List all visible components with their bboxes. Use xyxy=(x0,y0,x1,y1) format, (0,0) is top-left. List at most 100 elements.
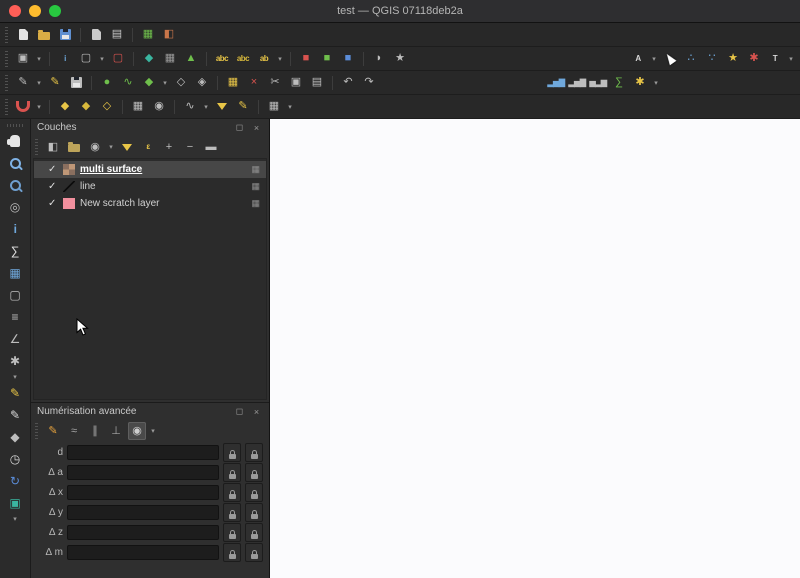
parallel-constraint-icon[interactable]: ∥ xyxy=(86,422,104,440)
close-panel-button[interactable]: × xyxy=(250,121,263,134)
new-print-layout-icon[interactable] xyxy=(87,26,105,44)
x-lock-button[interactable] xyxy=(223,483,241,502)
layer-visibility-checkbox[interactable]: ✓ xyxy=(48,181,58,192)
options-menu-icon[interactable]: ▾ xyxy=(11,373,19,381)
form-annotation-icon[interactable]: ✎ xyxy=(5,405,25,425)
labels-menu-icon[interactable]: ▾ xyxy=(276,50,284,68)
m-lock-button[interactable] xyxy=(223,543,241,562)
enable-snapping-icon[interactable] xyxy=(14,98,32,116)
overview-panel-icon[interactable]: ▣ xyxy=(5,493,25,513)
undo-icon[interactable]: ↶ xyxy=(339,74,357,92)
current-edits-icon[interactable]: ✎ xyxy=(14,74,32,92)
identify-features-icon[interactable]: i xyxy=(56,50,74,68)
decoration-north-arrow-icon[interactable]: ■ xyxy=(318,50,336,68)
open-layer-styling-icon[interactable]: ◧ xyxy=(44,138,62,156)
snapping-menu-icon[interactable]: ▾ xyxy=(35,98,43,116)
style-manager-icon[interactable]: ◧ xyxy=(160,26,178,44)
open-project-icon[interactable] xyxy=(35,26,53,44)
more-tools-menu-icon[interactable]: ▾ xyxy=(11,515,19,523)
add-mesh-layer-icon[interactable]: ▲ xyxy=(182,50,200,68)
perpendicular-constraint-icon[interactable]: ⊥ xyxy=(107,422,125,440)
topological-editing-icon[interactable]: ▦ xyxy=(129,98,147,116)
font-menu-icon[interactable]: ▾ xyxy=(650,50,658,68)
z-input[interactable] xyxy=(67,525,219,540)
capture-menu-icon[interactable]: ▾ xyxy=(161,74,169,92)
map-canvas[interactable] xyxy=(270,119,800,578)
refresh-map-icon[interactable]: ↻ xyxy=(5,471,25,491)
float-panel-button[interactable]: ◻ xyxy=(233,121,246,134)
select-features-icon[interactable]: ▢ xyxy=(77,50,95,68)
snapping-on-intersection-icon[interactable]: ◉ xyxy=(150,98,168,116)
statistical-summary-icon[interactable]: ∑ xyxy=(5,241,25,261)
m-input[interactable] xyxy=(67,545,219,560)
select-tool-icon[interactable] xyxy=(661,50,679,68)
z-lock-button[interactable] xyxy=(223,523,241,542)
show-layout-manager-icon[interactable]: ▤ xyxy=(108,26,126,44)
m-repeat-lock-button[interactable] xyxy=(245,543,263,562)
filter-features-icon[interactable] xyxy=(213,98,231,116)
text-annotation-icon[interactable]: T xyxy=(766,50,784,68)
save-edits-icon[interactable] xyxy=(67,74,85,92)
zoom-window-button[interactable] xyxy=(49,5,61,17)
text-annotation-icon[interactable]: ✎ xyxy=(5,383,25,403)
x-repeat-lock-button[interactable] xyxy=(245,483,263,502)
y-lock-button[interactable] xyxy=(223,503,241,522)
font-settings-icon[interactable]: A xyxy=(629,50,647,68)
move-annotation-icon[interactable]: ◆ xyxy=(5,427,25,447)
x-input[interactable] xyxy=(67,485,219,500)
z-repeat-lock-button[interactable] xyxy=(245,523,263,542)
sum-features-icon[interactable]: ∑ xyxy=(610,74,628,92)
d-lock-button[interactable] xyxy=(223,443,241,462)
y-input[interactable] xyxy=(67,505,219,520)
attribute-table-icon[interactable]: ▦ xyxy=(5,263,25,283)
angles-menu-icon[interactable]: ▾ xyxy=(149,422,157,440)
enable-advanced-digitizing-icon[interactable]: ✎ xyxy=(44,422,62,440)
temporal-controller-icon[interactable]: ◷ xyxy=(5,449,25,469)
vertex-tool-all-layers-icon[interactable]: ◇ xyxy=(172,74,190,92)
map-view-menu-icon[interactable]: ▾ xyxy=(35,50,43,68)
processing-model-icon[interactable]: ∴ xyxy=(682,50,700,68)
y-repeat-lock-button[interactable] xyxy=(245,503,263,522)
cut-features-icon[interactable]: ✂ xyxy=(266,74,284,92)
paste-features-icon[interactable]: ▤ xyxy=(308,74,326,92)
add-group-icon[interactable] xyxy=(65,138,83,156)
a-input[interactable] xyxy=(67,465,219,480)
statistics-histogram-blue-icon[interactable]: ▂▅▇ xyxy=(547,74,565,92)
toggle-editing-icon[interactable]: ✎ xyxy=(46,74,64,92)
map-themes-menu-icon[interactable]: ▾ xyxy=(107,138,115,156)
processing-toolbox-icon[interactable]: ✱ xyxy=(745,50,763,68)
grid-menu-icon[interactable]: ▾ xyxy=(286,98,294,116)
layer-visibility-checkbox[interactable]: ✓ xyxy=(48,198,58,209)
vertex-tool-icon[interactable]: ◈ xyxy=(193,74,211,92)
a-repeat-lock-button[interactable] xyxy=(245,463,263,482)
a-lock-button[interactable] xyxy=(223,463,241,482)
deselect-features-icon[interactable]: ▢ xyxy=(109,50,127,68)
enable-tracing-icon[interactable]: ∿ xyxy=(181,98,199,116)
options-gear-icon[interactable]: ✱ xyxy=(5,351,25,371)
expand-all-icon[interactable]: + xyxy=(160,138,178,156)
add-raster-layer-icon[interactable]: ▦ xyxy=(161,50,179,68)
filter-legend-icon[interactable] xyxy=(118,138,136,156)
select-menu-icon[interactable]: ▾ xyxy=(98,50,106,68)
show-labels-icon[interactable]: abc xyxy=(213,50,231,68)
save-project-icon[interactable] xyxy=(56,26,74,44)
select-by-form-icon[interactable]: ▢ xyxy=(5,285,25,305)
edits-menu-icon[interactable]: ▾ xyxy=(35,74,43,92)
open-data-source-manager-icon[interactable]: ▦ xyxy=(139,26,157,44)
identify-features-icon[interactable]: i xyxy=(5,219,25,239)
snap-vertex-icon[interactable]: ◆ xyxy=(56,98,74,116)
manage-map-themes-icon[interactable]: ◉ xyxy=(86,138,104,156)
processing-options-icon[interactable]: ✱ xyxy=(631,74,649,92)
zoom-out-icon[interactable] xyxy=(5,175,25,195)
copy-features-icon[interactable]: ▣ xyxy=(287,74,305,92)
statistics-distribution-icon[interactable]: ▅▂▆ xyxy=(589,74,607,92)
close-panel-button[interactable]: × xyxy=(250,405,263,418)
collapse-all-icon[interactable]: − xyxy=(181,138,199,156)
field-calculator-icon[interactable]: ≡ xyxy=(5,307,25,327)
d-repeat-lock-button[interactable] xyxy=(245,443,263,462)
pin-labels-icon[interactable]: abc xyxy=(234,50,252,68)
capture-line-icon[interactable]: ∿ xyxy=(119,74,137,92)
new-bookmark-icon[interactable]: ★ xyxy=(391,50,409,68)
statistics-histogram-icon[interactable]: ▂▅▇ xyxy=(568,74,586,92)
measure-icon[interactable]: ∠ xyxy=(5,329,25,349)
